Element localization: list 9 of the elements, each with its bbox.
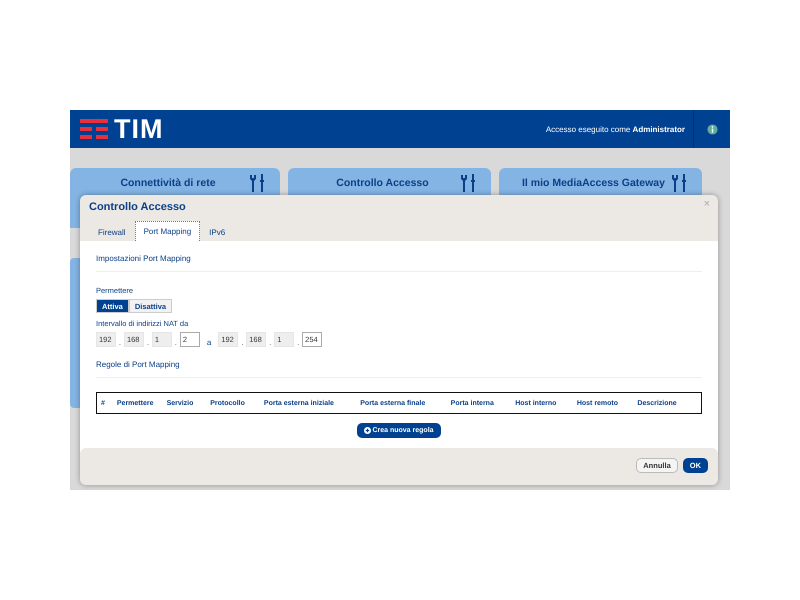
range-separator: a <box>206 338 212 347</box>
login-status: Accesso eseguito come Administrator <box>546 124 685 134</box>
section-title: Impostazioni Port Mapping <box>96 254 702 272</box>
dialog-title: Controllo Accesso <box>89 201 186 213</box>
section-title: Regole di Port Mapping <box>96 360 702 378</box>
card-title: Controllo Accesso <box>336 177 429 189</box>
logo-text: TIM <box>114 114 164 144</box>
card-title: Connettività di rete <box>120 177 216 189</box>
card-title: Il mio MediaAccess Gateway <box>522 177 665 189</box>
